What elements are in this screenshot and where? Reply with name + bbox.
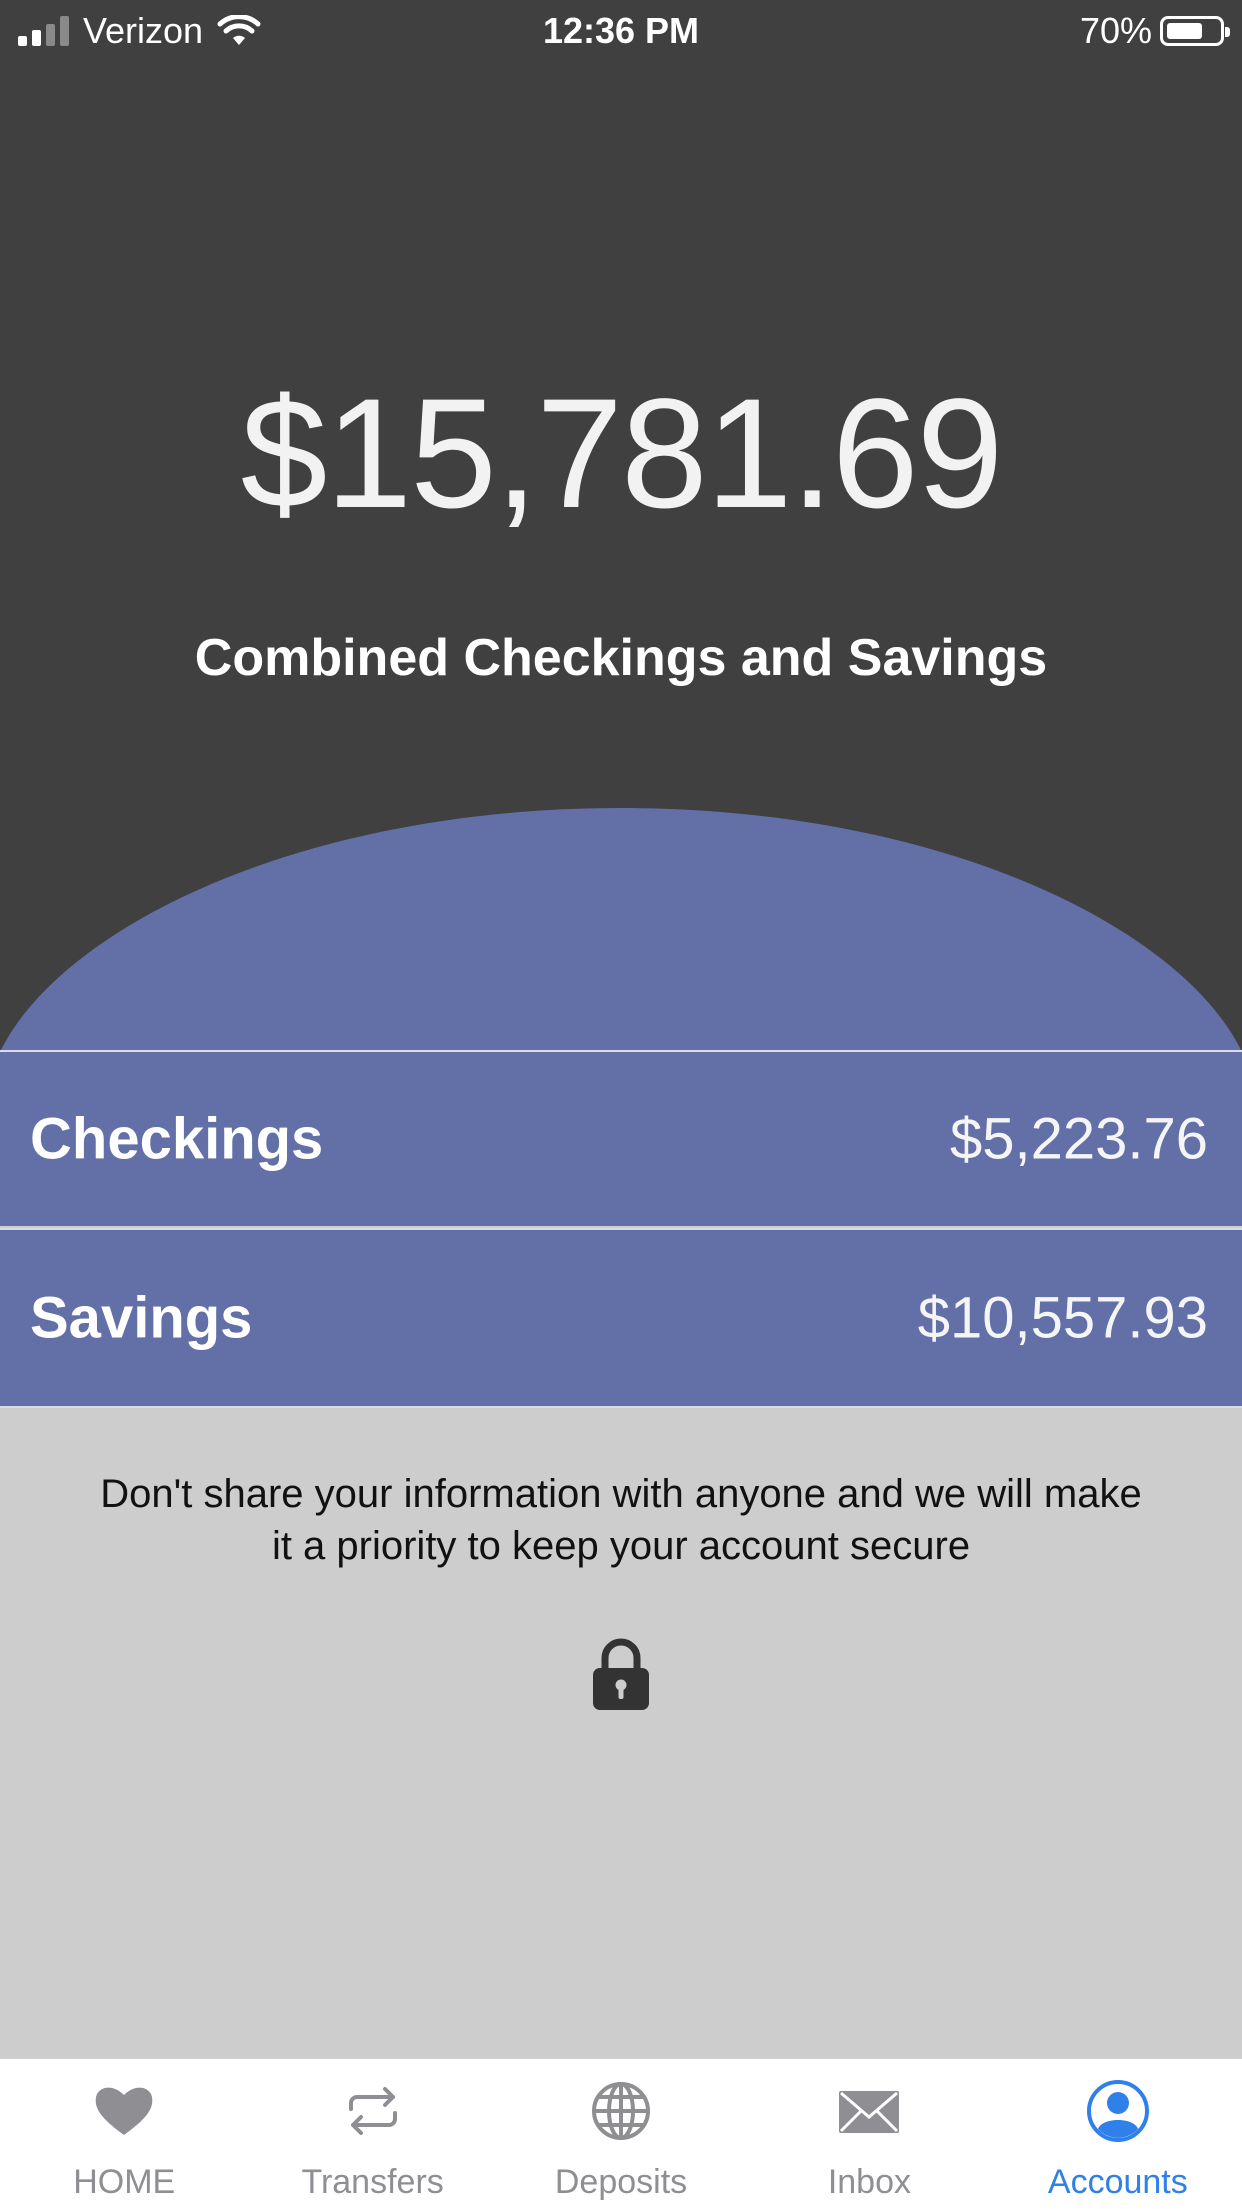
battery-icon <box>1160 16 1230 46</box>
decorative-dome <box>0 808 1242 1052</box>
battery-percent: 70% <box>1079 10 1152 51</box>
status-right: 70% <box>1079 10 1230 52</box>
balance-header: Verizon 12:36 PM 70% $15,781.69 Combined… <box>0 0 1242 1052</box>
combined-balance-label: Combined Checkings and Savings <box>194 629 1048 687</box>
transfer-arrows-icon <box>348 2087 397 2135</box>
tab-accounts[interactable]: Accounts <box>994 2059 1242 2209</box>
tab-home[interactable]: HOME <box>0 2059 248 2209</box>
envelope-icon <box>839 2091 900 2133</box>
tab-label: Inbox <box>827 2163 912 2201</box>
status-bar: Verizon 12:36 PM 70% <box>0 0 1242 62</box>
account-row-savings[interactable]: Savings $10,557.93 <box>0 1228 1242 1408</box>
heart-icon <box>95 2087 153 2135</box>
account-name: Checkings <box>30 1106 324 1172</box>
combined-balance: $15,781.69 <box>240 367 1004 541</box>
tab-label: HOME <box>73 2163 176 2201</box>
globe-icon <box>592 2082 651 2140</box>
user-circle-icon <box>1086 2080 1149 2142</box>
status-time: 12:36 PM <box>542 10 700 51</box>
tab-label: Transfers <box>301 2163 444 2201</box>
tab-transfers[interactable]: Transfers <box>248 2059 496 2209</box>
tab-label: Accounts <box>1047 2163 1188 2201</box>
tab-deposits[interactable]: Deposits <box>497 2059 745 2209</box>
lock-icon <box>593 1638 649 1710</box>
account-row-checkings[interactable]: Checkings $5,223.76 <box>0 1050 1242 1226</box>
tab-inbox[interactable]: Inbox <box>745 2059 993 2209</box>
security-notice: Don't share your information with anyone… <box>100 1472 1142 1568</box>
tab-bar: HOME Transfers Deposits Inbox Accounts <box>0 2058 1242 2209</box>
tab-label: Deposits <box>554 2163 688 2201</box>
account-balance: $5,223.76 <box>949 1106 1208 1172</box>
account-name: Savings <box>30 1285 253 1351</box>
account-balance: $10,557.93 <box>917 1285 1208 1351</box>
